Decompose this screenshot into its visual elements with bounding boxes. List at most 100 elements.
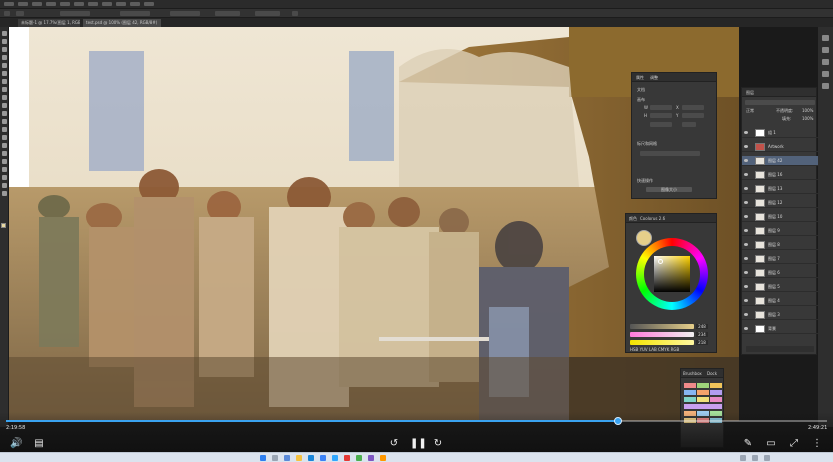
task-view-icon[interactable] <box>284 455 290 461</box>
eye-icon[interactable] <box>744 159 748 162</box>
theater-mode-icon[interactable]: ▭ <box>765 439 777 449</box>
eye-icon[interactable] <box>744 299 748 302</box>
swatch-cell[interactable] <box>710 390 722 395</box>
menu-window[interactable] <box>130 2 140 6</box>
layer-row[interactable]: 图层 7 <box>742 254 818 264</box>
swatch-cell[interactable] <box>684 404 722 409</box>
quick-select-tool-icon[interactable] <box>2 55 7 60</box>
rewind-10-icon[interactable]: ↺ <box>388 439 400 449</box>
brush-preset-icon[interactable] <box>16 11 24 16</box>
pen-tool-icon[interactable] <box>2 143 7 148</box>
layer-row[interactable]: 背景 <box>742 324 818 334</box>
menu-help[interactable] <box>144 2 154 6</box>
h-slider[interactable] <box>630 324 694 329</box>
store-icon[interactable] <box>320 455 326 461</box>
layer-row[interactable]: 图层 12 <box>742 198 818 208</box>
more-options-icon[interactable]: ⋮ <box>811 439 823 449</box>
mode-field[interactable] <box>682 122 696 127</box>
layer-row[interactable]: 图层 6 <box>742 268 818 278</box>
layer-row[interactable]: 图层 4 <box>742 296 818 306</box>
more-tools-icon[interactable] <box>2 191 7 196</box>
fill-value[interactable]: 100% <box>802 116 813 121</box>
forward-10-icon[interactable]: ↻ <box>432 439 444 449</box>
y-field[interactable] <box>682 113 704 118</box>
menu-filter[interactable] <box>88 2 98 6</box>
layer-row[interactable]: 图层 10 <box>742 212 818 222</box>
photoshop-taskbar-icon[interactable] <box>332 455 338 461</box>
subtitles-icon[interactable]: ▤ <box>33 439 45 449</box>
eye-icon[interactable] <box>744 285 748 288</box>
marquee-tool-icon[interactable] <box>2 39 7 44</box>
pen-icon[interactable]: ✎ <box>742 439 754 449</box>
layer-row[interactable]: 组 1 <box>742 128 818 138</box>
image-size-button[interactable]: 图像大小 <box>646 187 692 192</box>
eye-icon[interactable] <box>744 201 748 204</box>
volume-icon[interactable]: 🔊 <box>10 439 22 449</box>
eye-icon[interactable] <box>744 187 748 190</box>
healing-tool-icon[interactable] <box>2 79 7 84</box>
tab-properties[interactable]: 属性 <box>636 75 644 80</box>
eye-icon[interactable] <box>744 313 748 316</box>
app-icon[interactable] <box>368 455 374 461</box>
s-value[interactable]: 234 <box>696 332 708 337</box>
x-field[interactable] <box>682 105 704 110</box>
menu-layer[interactable] <box>46 2 56 6</box>
color-picker-handle[interactable] <box>658 259 663 264</box>
swatch-cell[interactable] <box>684 390 696 395</box>
layer-row[interactable]: 图层 8 <box>742 240 818 250</box>
rulers-row[interactable] <box>640 151 700 156</box>
layer-row[interactable]: 图层 13 <box>742 184 818 194</box>
history-icon[interactable] <box>822 35 829 41</box>
eye-icon[interactable] <box>744 327 748 330</box>
flow-field[interactable] <box>170 11 200 16</box>
edge-browser-icon[interactable] <box>308 455 314 461</box>
navigator-icon[interactable] <box>822 83 829 89</box>
swatch-cell[interactable] <box>710 383 722 388</box>
eyedropper-tool-icon[interactable] <box>2 71 7 76</box>
foreground-color-chip[interactable] <box>636 230 652 246</box>
eye-icon[interactable] <box>744 131 748 134</box>
layer-actions-bar[interactable] <box>746 346 814 352</box>
move-tool-icon[interactable] <box>2 31 7 36</box>
mode-select[interactable] <box>60 11 90 16</box>
tab-adjustments[interactable]: 调整 <box>650 75 658 80</box>
app-icon[interactable] <box>344 455 350 461</box>
eye-icon[interactable] <box>744 215 748 218</box>
layer-filter-row[interactable] <box>745 100 815 105</box>
layer-row[interactable]: 图层 16 <box>742 170 818 180</box>
tray-icon[interactable] <box>740 455 746 461</box>
gradient-tool-icon[interactable] <box>2 119 7 124</box>
menu-type[interactable] <box>60 2 70 6</box>
dodge-tool-icon[interactable] <box>2 135 7 140</box>
eye-icon[interactable] <box>744 243 748 246</box>
angle-field[interactable] <box>255 11 280 16</box>
progress-bar[interactable] <box>6 417 827 425</box>
windows-start-icon[interactable] <box>260 455 266 461</box>
opacity-field[interactable] <box>120 11 150 16</box>
app-icon[interactable] <box>356 455 362 461</box>
search-icon[interactable] <box>272 455 278 461</box>
blend-mode-select[interactable]: 正常 <box>746 108 754 113</box>
swatch-cell[interactable] <box>697 383 709 388</box>
path-select-tool-icon[interactable] <box>2 159 7 164</box>
layer-row[interactable]: 图层 42 <box>742 156 818 166</box>
menu-edit[interactable] <box>18 2 28 6</box>
actions-icon[interactable] <box>822 47 829 53</box>
swatch-cell[interactable] <box>684 397 696 402</box>
smoothing-field[interactable] <box>215 11 240 16</box>
menu-file[interactable] <box>4 2 14 6</box>
file-explorer-icon[interactable] <box>296 455 302 461</box>
tab-coolorus[interactable]: Coolorus 2.6 <box>640 216 665 221</box>
color-wheel[interactable] <box>636 238 708 310</box>
network-icon[interactable] <box>752 455 758 461</box>
b-value[interactable]: 218 <box>696 340 708 345</box>
fullscreen-icon[interactable]: ⤢ <box>788 439 800 449</box>
tab-color[interactable]: 颜色 <box>629 216 637 221</box>
swatch-cell[interactable] <box>697 397 709 402</box>
brushbox-title[interactable]: Brushbox <box>683 371 702 376</box>
zoom-tool-icon[interactable] <box>2 183 7 188</box>
doc-tab-1[interactable]: 未标题-1 @ 17.7%(图层 1, RGB/8#) <box>18 19 80 27</box>
menu-view[interactable] <box>116 2 126 6</box>
menu-image[interactable] <box>32 2 42 6</box>
resolution-field[interactable] <box>650 122 672 127</box>
